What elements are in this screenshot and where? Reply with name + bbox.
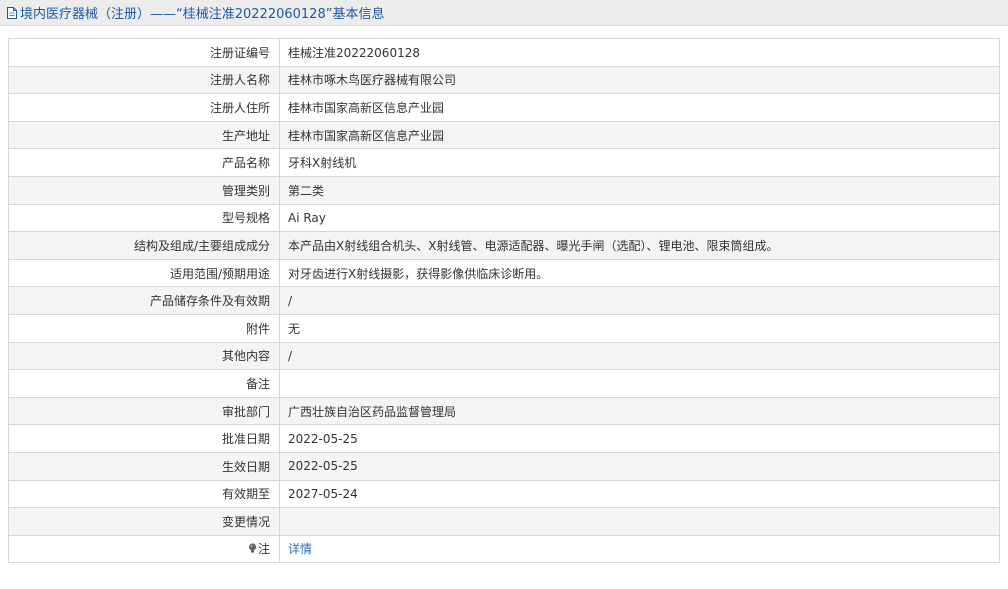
label-note: 注	[8, 534, 280, 564]
table-row-production-address: 生产地址 桂林市国家高新区信息产业园	[8, 120, 1000, 150]
table-body: 注册证编号 桂械注准20222060128 注册人名称 桂林市啄木鸟医疗器械有限…	[8, 38, 1000, 564]
value-effective-date: 2022-05-25	[279, 451, 1000, 481]
label-change-status: 变更情况	[8, 507, 280, 536]
page-title: 境内医疗器械（注册）——“桂械注准20222060128”基本信息	[20, 7, 385, 22]
value-intended-use: 对牙齿进行X射线摄影，获得影像供临床诊断用。	[279, 258, 1000, 288]
label-production-address: 生产地址	[8, 120, 280, 150]
table-row-other-content: 其他内容 /	[8, 341, 1000, 371]
table-row-registrant-address: 注册人住所 桂林市国家高新区信息产业园	[8, 93, 1000, 122]
table-row-structure-composition: 结构及组成/主要组成成分 本产品由X射线组合机头、X射线管、电源适配器、曝光手闸…	[8, 231, 1000, 260]
value-management-category: 第二类	[279, 175, 1000, 205]
value-approval-department: 广西壮族自治区药品监督管理局	[279, 396, 1000, 426]
table-row-management-category: 管理类别 第二类	[8, 175, 1000, 205]
table-row-product-name: 产品名称 牙科X射线机	[8, 148, 1000, 177]
table-row-approval-department: 审批部门 广西壮族自治区药品监督管理局	[8, 396, 1000, 426]
value-structure-composition: 本产品由X射线组合机头、X射线管、电源适配器、曝光手闸（选配）、锂电池、限束筒组…	[279, 231, 1000, 260]
detail-link[interactable]: 详情	[288, 542, 312, 556]
label-registration-number: 注册证编号	[8, 38, 280, 67]
label-management-category: 管理类别	[8, 175, 280, 205]
value-model-spec: Ai Ray	[279, 203, 1000, 233]
value-production-address: 桂林市国家高新区信息产业园	[279, 120, 1000, 150]
value-registration-number: 桂械注准20222060128	[279, 38, 1000, 67]
registration-info-table: 注册证编号 桂械注准20222060128 注册人名称 桂林市啄木鸟医疗器械有限…	[8, 38, 1000, 564]
value-valid-until: 2027-05-24	[279, 479, 1000, 509]
label-effective-date: 生效日期	[8, 451, 280, 481]
table-row-approval-date: 批准日期 2022-05-25	[8, 424, 1000, 453]
value-approval-date: 2022-05-25	[279, 424, 1000, 453]
value-attachment: 无	[279, 313, 1000, 343]
label-structure-composition: 结构及组成/主要组成成分	[8, 231, 280, 260]
table-row-registration-number: 注册证编号 桂械注准20222060128	[8, 38, 1000, 67]
value-registrant-address: 桂林市国家高新区信息产业园	[279, 93, 1000, 122]
table-row-remarks: 备注	[8, 369, 1000, 398]
page-header: 境内医疗器械（注册）——“桂械注准20222060128”基本信息	[0, 0, 1008, 26]
value-storage-conditions: /	[279, 286, 1000, 315]
value-change-status	[279, 507, 1000, 536]
label-storage-conditions: 产品储存条件及有效期	[8, 286, 280, 315]
label-approval-department: 审批部门	[8, 396, 280, 426]
table-row-effective-date: 生效日期 2022-05-25	[8, 451, 1000, 481]
value-registrant-name: 桂林市啄木鸟医疗器械有限公司	[279, 65, 1000, 95]
label-valid-until: 有效期至	[8, 479, 280, 509]
value-other-content: /	[279, 341, 1000, 371]
bulb-icon	[248, 543, 257, 554]
label-intended-use: 适用范围/预期用途	[8, 258, 280, 288]
label-registrant-name: 注册人名称	[8, 65, 280, 95]
value-product-name: 牙科X射线机	[279, 148, 1000, 177]
value-note: 详情	[279, 534, 1000, 564]
value-remarks	[279, 369, 1000, 398]
table-row-change-status: 变更情况	[8, 507, 1000, 536]
document-icon	[6, 6, 18, 20]
label-model-spec: 型号规格	[8, 203, 280, 233]
label-other-content: 其他内容	[8, 341, 280, 371]
table-row-intended-use: 适用范围/预期用途 对牙齿进行X射线摄影，获得影像供临床诊断用。	[8, 258, 1000, 288]
table-row-valid-until: 有效期至 2027-05-24	[8, 479, 1000, 509]
table-row-attachment: 附件 无	[8, 313, 1000, 343]
table-row-note: 注 详情	[8, 534, 1000, 564]
table-row-registrant-name: 注册人名称 桂林市啄木鸟医疗器械有限公司	[8, 65, 1000, 95]
table-row-storage-conditions: 产品储存条件及有效期 /	[8, 286, 1000, 315]
label-product-name: 产品名称	[8, 148, 280, 177]
note-label-text: 注	[257, 542, 270, 557]
label-remarks: 备注	[8, 369, 280, 398]
label-registrant-address: 注册人住所	[8, 93, 280, 122]
label-attachment: 附件	[8, 313, 280, 343]
label-approval-date: 批准日期	[8, 424, 280, 453]
table-row-model-spec: 型号规格 Ai Ray	[8, 203, 1000, 233]
